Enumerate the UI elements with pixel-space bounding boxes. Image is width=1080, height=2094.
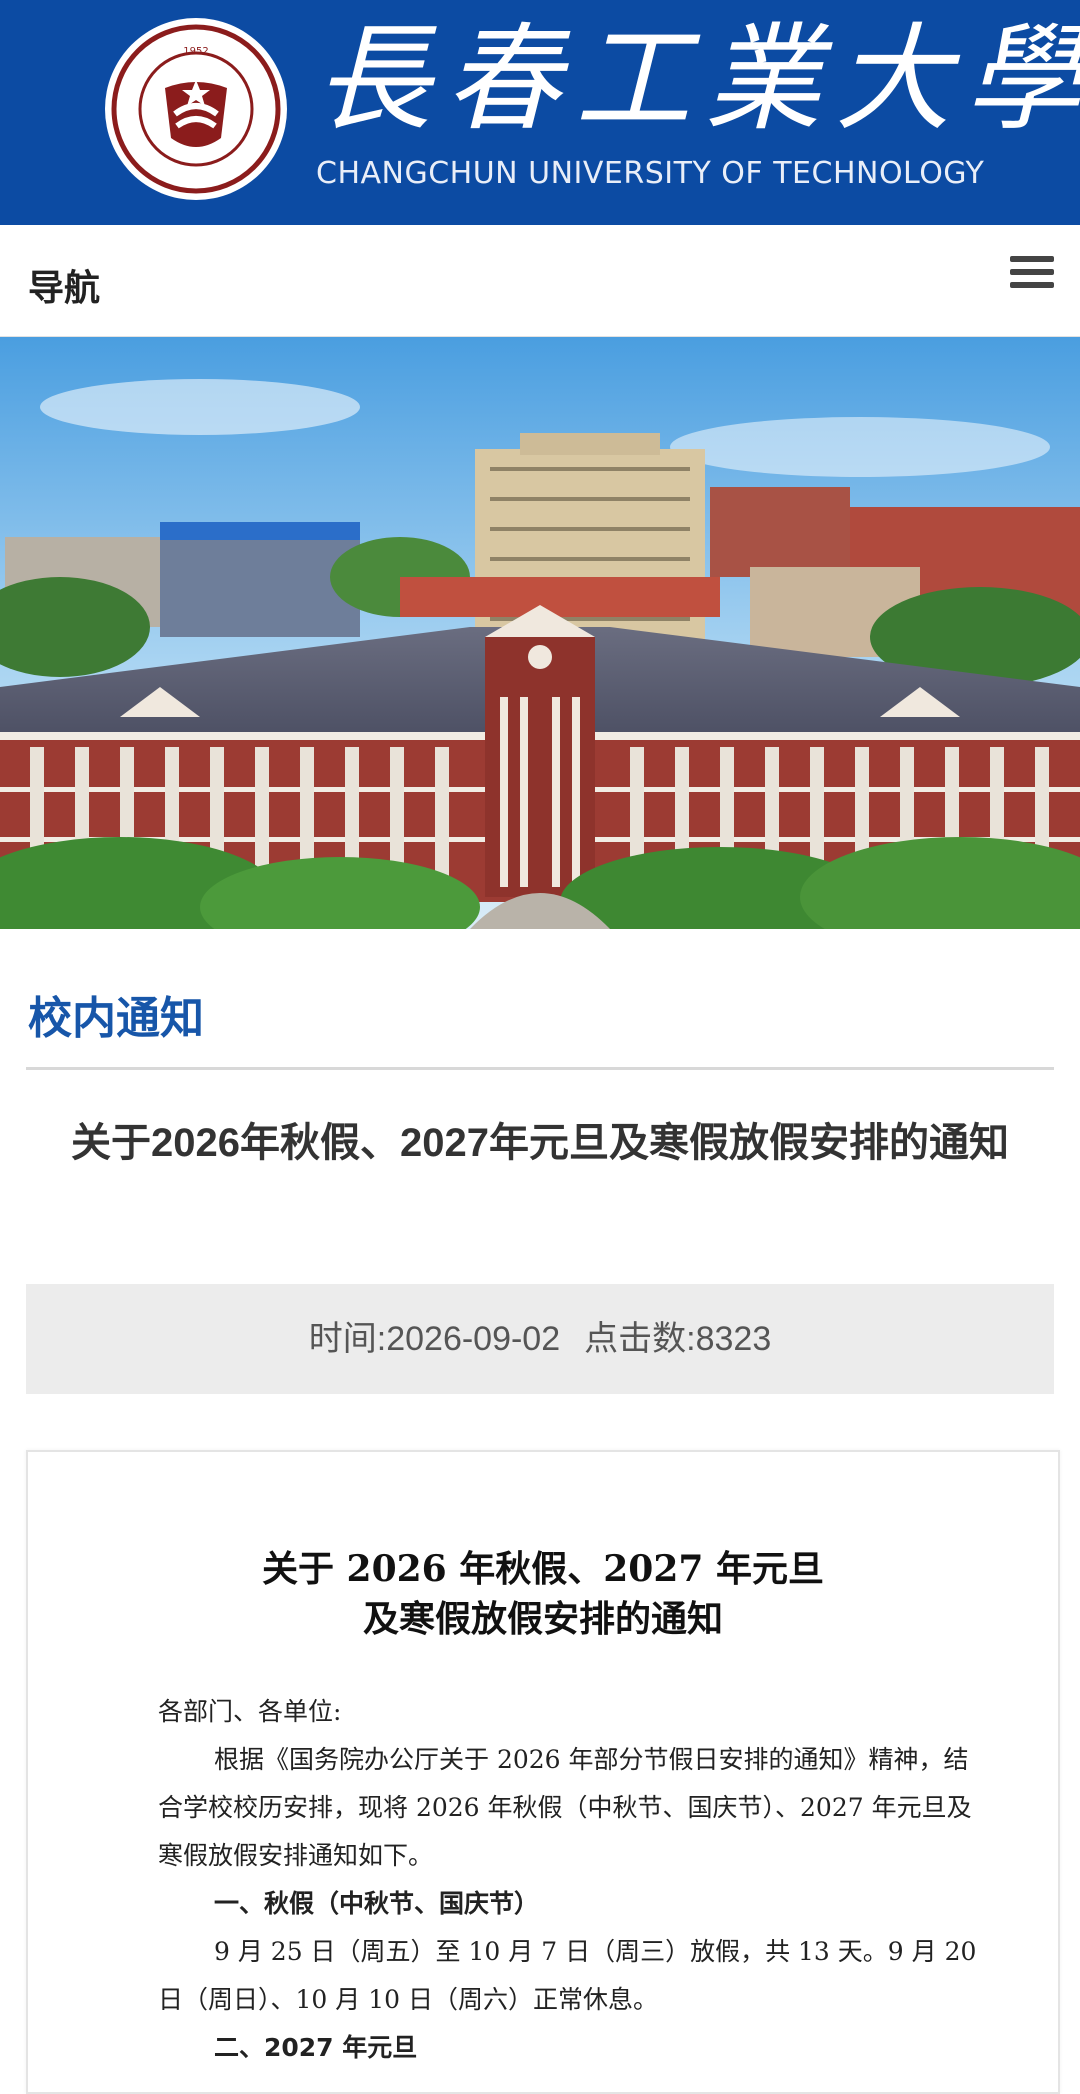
notice-document-image: 关于 2026 年秋假、2027 年元旦 及寒假放假安排的通知 各部门、各单位:…: [26, 1450, 1060, 2094]
document-body: 各部门、各单位: 根据《国务院办公厅关于 2026 年部分节假日安排的通知》精神…: [158, 1688, 988, 2072]
svg-text:1952: 1952: [183, 46, 208, 57]
navigation-bar: 导航: [0, 225, 1080, 337]
document-paragraph-1: 根据《国务院办公厅关于 2026 年部分节假日安排的通知》精神，结合学校校历安排…: [158, 1745, 972, 1870]
university-name-chinese: 長春工業大學: [315, 12, 1080, 147]
document-salutation: 各部门、各单位:: [158, 1697, 342, 1726]
section-divider: [26, 1067, 1054, 1070]
article-meta-bar: 时间:2026-09-02 点击数:8323: [26, 1284, 1054, 1394]
document-heading-2: 二、2027 年元旦: [214, 2033, 418, 2062]
nav-label[interactable]: 导航: [28, 259, 100, 311]
document-title-line-1: 关于 2026 年秋假、2027 年元旦: [262, 1548, 824, 1590]
article-title: 关于2026年秋假、2027年元旦及寒假放假安排的通知: [71, 1121, 1009, 1165]
click-count: 点击数:8323: [584, 1320, 772, 1358]
document-title: 关于 2026 年秋假、2027 年元旦 及寒假放假安排的通知: [28, 1544, 1058, 1644]
document-paragraph-2: 9 月 25 日（周五）至 10 月 7 日（周三）放假，共 13 天。9 月 …: [158, 1937, 977, 2014]
university-seal-logo[interactable]: 1952: [105, 18, 287, 200]
site-header: 1952 長春工業大學 CHANGCHUN UNIVERSITY OF TECH…: [0, 0, 1080, 225]
hamburger-menu-icon[interactable]: [1010, 256, 1054, 292]
publish-time: 时间:2026-09-02: [308, 1320, 561, 1358]
campus-banner-image: [0, 337, 1080, 929]
document-heading-1: 一、秋假（中秋节、国庆节）: [214, 1889, 540, 1918]
section-title[interactable]: 校内通知: [28, 982, 204, 1046]
document-title-line-2: 及寒假放假安排的通知: [362, 1598, 723, 1640]
university-name-english: CHANGCHUN UNIVERSITY OF TECHNOLOGY: [316, 156, 985, 191]
